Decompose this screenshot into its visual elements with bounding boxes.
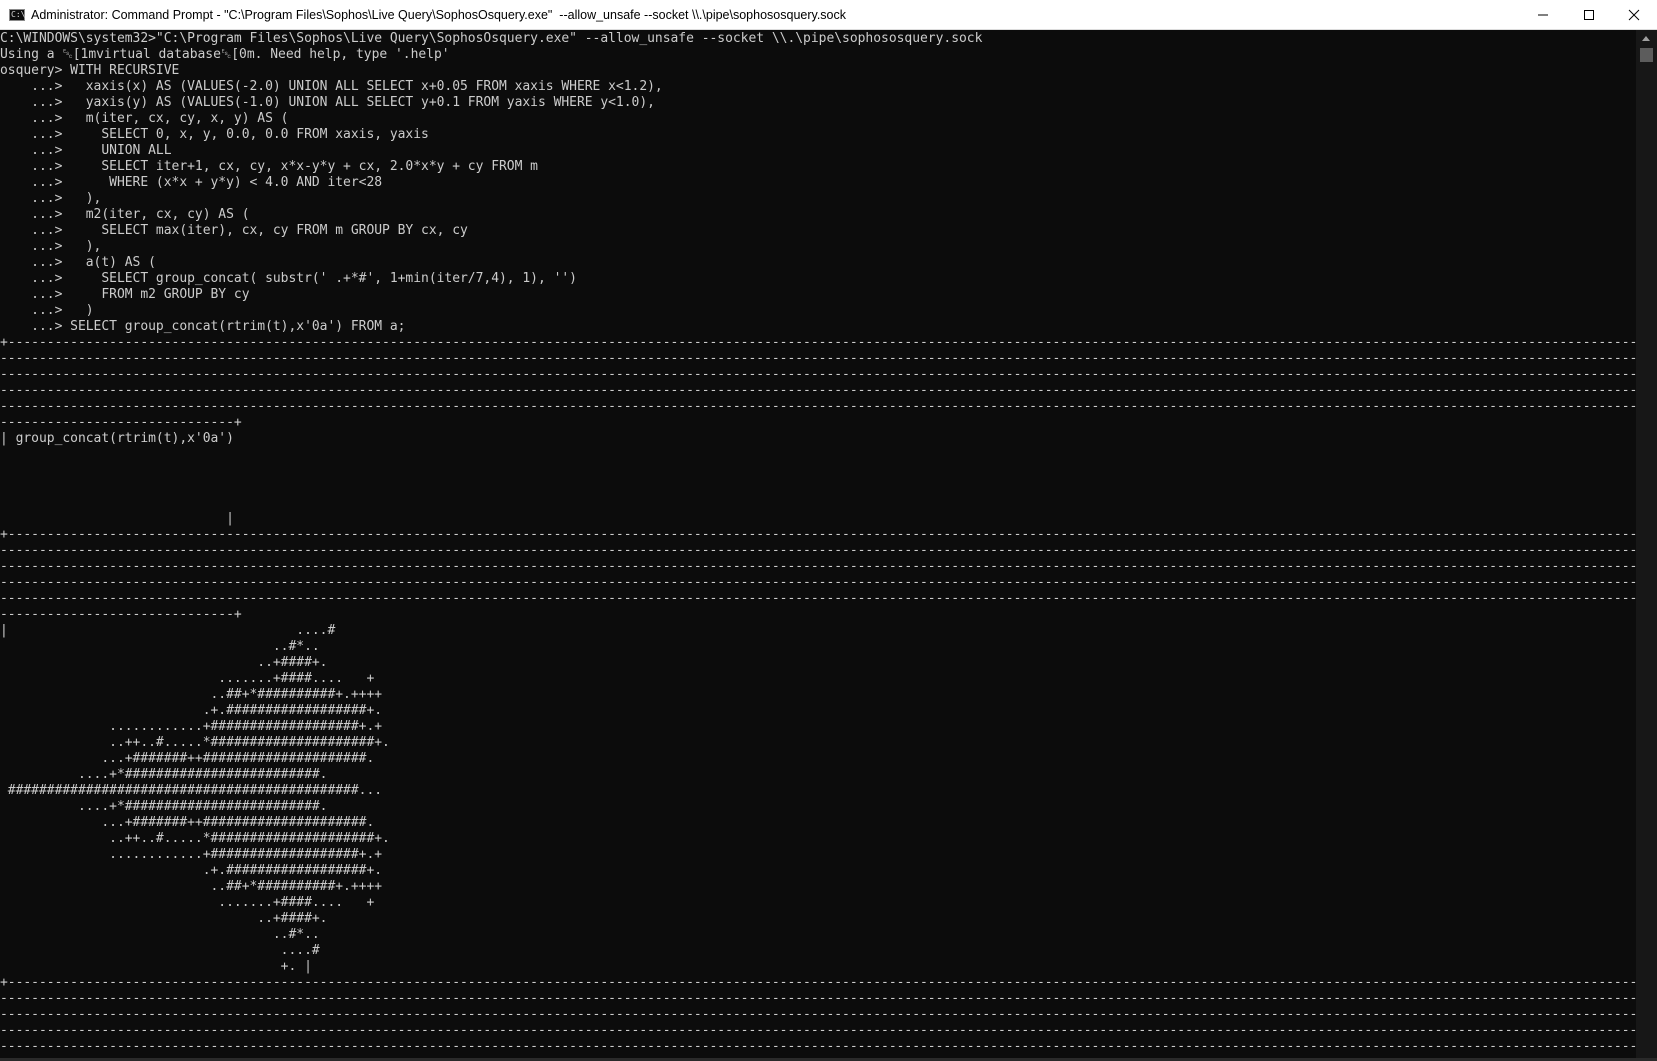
maximize-button[interactable]: [1566, 0, 1612, 29]
close-button[interactable]: [1611, 0, 1657, 29]
vertical-scrollbar[interactable]: [1636, 30, 1657, 1061]
console-output-area[interactable]: C:\WINDOWS\system32>"C:\Program Files\So…: [0, 30, 1636, 1061]
close-icon: [1628, 9, 1640, 21]
window-title: Administrator: Command Prompt - "C:\Prog…: [31, 8, 847, 22]
title-bar[interactable]: C:\ Administrator: Command Prompt - "C:\…: [0, 0, 1657, 30]
scroll-thumb[interactable]: [1640, 48, 1653, 62]
cmd-icon-glyph: C:\: [11, 10, 26, 19]
cmd-icon[interactable]: C:\: [9, 9, 25, 21]
minimize-button[interactable]: [1520, 0, 1566, 29]
console-text[interactable]: C:\WINDOWS\system32>"C:\Program Files\So…: [0, 31, 1636, 1061]
scroll-up-arrow-icon[interactable]: [1642, 36, 1650, 41]
command-prompt-window: C:\ Administrator: Command Prompt - "C:\…: [0, 0, 1657, 1061]
minimize-icon: [1538, 14, 1548, 16]
maximize-icon: [1584, 10, 1594, 20]
